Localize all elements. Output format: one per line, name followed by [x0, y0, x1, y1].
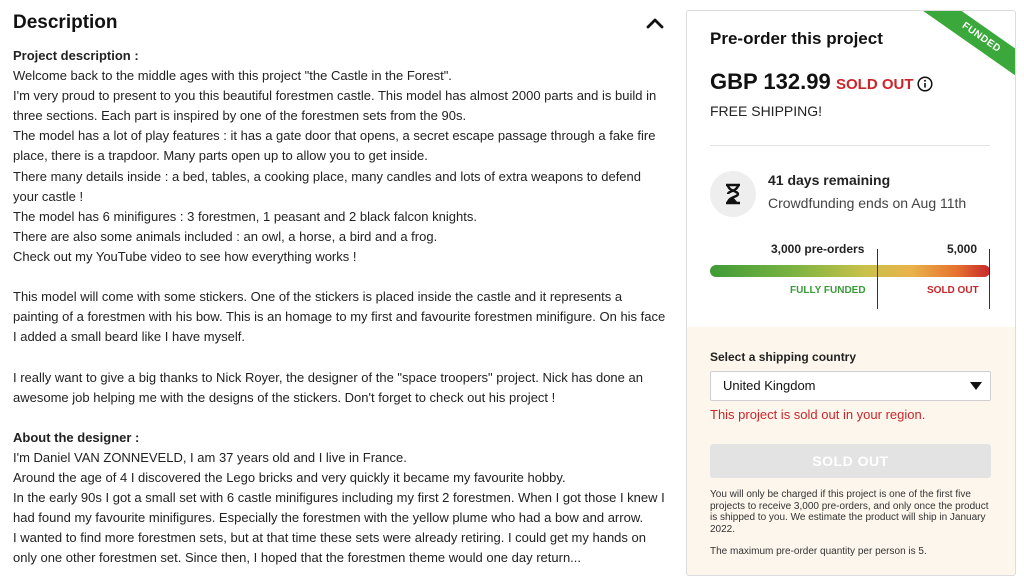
- hourglass-icon: [710, 171, 756, 217]
- info-icon[interactable]: [917, 76, 933, 92]
- chevron-up-icon[interactable]: [643, 12, 667, 36]
- section-heading: About the designer :: [13, 429, 140, 445]
- selected-country: United Kingdom: [723, 378, 816, 393]
- preorders-max: 5,000: [947, 242, 978, 256]
- sold-out-tag: SOLD OUT: [836, 76, 914, 93]
- section-heading: Project description :: [13, 48, 139, 63]
- funded-marker: [877, 249, 878, 309]
- fully-funded-label: FULLY FUNDED: [790, 285, 866, 296]
- description-paragraph: Welcome back to the middle ages with thi…: [13, 68, 452, 84]
- card-title: Pre-order this project: [710, 29, 883, 48]
- divider: [710, 145, 990, 146]
- description-section: Description Project description : Welcome…: [13, 0, 668, 568]
- sold-out-label: SOLD OUT: [927, 285, 979, 296]
- max-quantity-note: The maximum pre-order quantity per perso…: [710, 546, 927, 557]
- preorder-card: FUNDED Pre-order this project GBP 132.99…: [686, 10, 1016, 576]
- description-paragraph: This model will come with some stickers.…: [13, 289, 666, 345]
- shipping-country-label: Select a shipping country: [710, 350, 857, 364]
- max-marker: [989, 249, 990, 309]
- charge-notice: You will only be charged if this project…: [710, 489, 989, 535]
- progress-bar: [710, 265, 990, 277]
- paragraph-spacer: [13, 267, 668, 287]
- description-paragraph: There are also some animals included : a…: [13, 228, 438, 244]
- description-paragraph: The model has 6 minifigures : 3 forestme…: [13, 208, 477, 224]
- description-paragraph: I'm Daniel VAN ZONNEVELD, I am 37 years …: [13, 449, 407, 465]
- description-paragraph: The model has a lot of play features : i…: [13, 128, 656, 164]
- description-title: Description: [13, 12, 118, 33]
- caret-down-icon: [970, 382, 982, 390]
- region-message: This project is sold out in your region.: [710, 407, 926, 422]
- preorders-count: 3,000 pre-orders: [771, 242, 865, 256]
- description-paragraph: I wanted to find more forestmen sets, bu…: [13, 530, 646, 566]
- description-paragraph: I'm very proud to present to you this be…: [13, 88, 657, 124]
- shipping-section: Select a shipping country United Kingdom…: [687, 327, 1015, 575]
- description-paragraph: I really want to give a big thanks to Ni…: [13, 369, 643, 405]
- paragraph-spacer: [13, 347, 668, 367]
- description-paragraph: Check out my YouTube video to see how ev…: [13, 248, 357, 264]
- crowdfunding-end: Crowdfunding ends on Aug 11th: [768, 195, 967, 211]
- description-paragraph: There many details inside : a bed, table…: [13, 168, 641, 204]
- description-header: Description: [13, 0, 668, 46]
- shipping-country-select[interactable]: United Kingdom: [710, 371, 991, 401]
- description-body: Project description : Welcome back to the…: [13, 46, 668, 568]
- price: GBP 132.99: [710, 69, 831, 94]
- description-paragraph: Around the age of 4 I discovered the Leg…: [13, 469, 566, 485]
- description-paragraph: In the early 90s I got a small set with …: [13, 490, 665, 526]
- sold-out-button[interactable]: SOLD OUT: [710, 444, 991, 478]
- free-shipping-text: FREE SHIPPING!: [710, 103, 823, 119]
- paragraph-spacer: [13, 408, 668, 428]
- days-remaining: 41 days remaining: [768, 172, 891, 188]
